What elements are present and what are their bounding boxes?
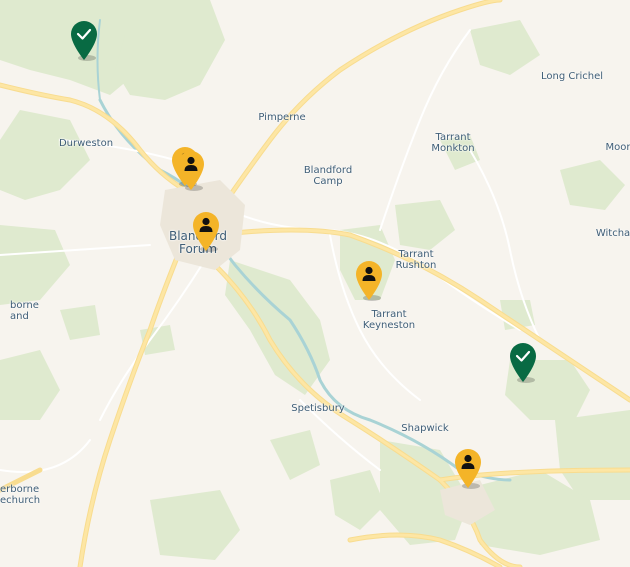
person-icon — [455, 449, 481, 489]
map-marker-person[interactable] — [192, 211, 220, 252]
place-label-tarrant-monkton: Tarrant Monkton — [431, 132, 475, 154]
place-label-witcha: Witcha — [595, 228, 630, 239]
map-base-layer — [0, 0, 630, 567]
map-marker-person[interactable] — [177, 150, 205, 191]
map-canvas[interactable]: Durweston Pimperne Long Crichel Tarrant … — [0, 0, 630, 567]
map-marker-check[interactable] — [70, 20, 98, 61]
map-marker-check[interactable] — [509, 342, 537, 383]
check-icon — [510, 343, 536, 383]
place-label-tarrant-keyneston: Tarrant Keyneston — [362, 309, 416, 331]
place-label-blandford-camp: Blandford Camp — [303, 165, 353, 187]
place-label-durweston: Durweston — [58, 138, 114, 149]
place-label-left-1: borne and — [10, 300, 39, 322]
place-label-left-2: erborne echurch — [0, 484, 41, 506]
place-label-shapwick: Shapwick — [401, 423, 449, 434]
person-icon — [356, 261, 382, 301]
person-icon — [178, 151, 204, 191]
check-icon — [71, 21, 97, 61]
place-label-moor: Moor — [605, 142, 630, 153]
map-marker-person[interactable] — [355, 260, 383, 301]
place-label-spetisbury: Spetisbury — [291, 403, 345, 414]
place-label-tarrant-rushton: Tarrant Rushton — [395, 249, 437, 271]
place-label-long-crichel: Long Crichel — [540, 71, 604, 82]
map-marker-person[interactable] — [454, 448, 482, 489]
person-icon — [193, 212, 219, 252]
place-label-pimperne: Pimperne — [258, 112, 306, 123]
